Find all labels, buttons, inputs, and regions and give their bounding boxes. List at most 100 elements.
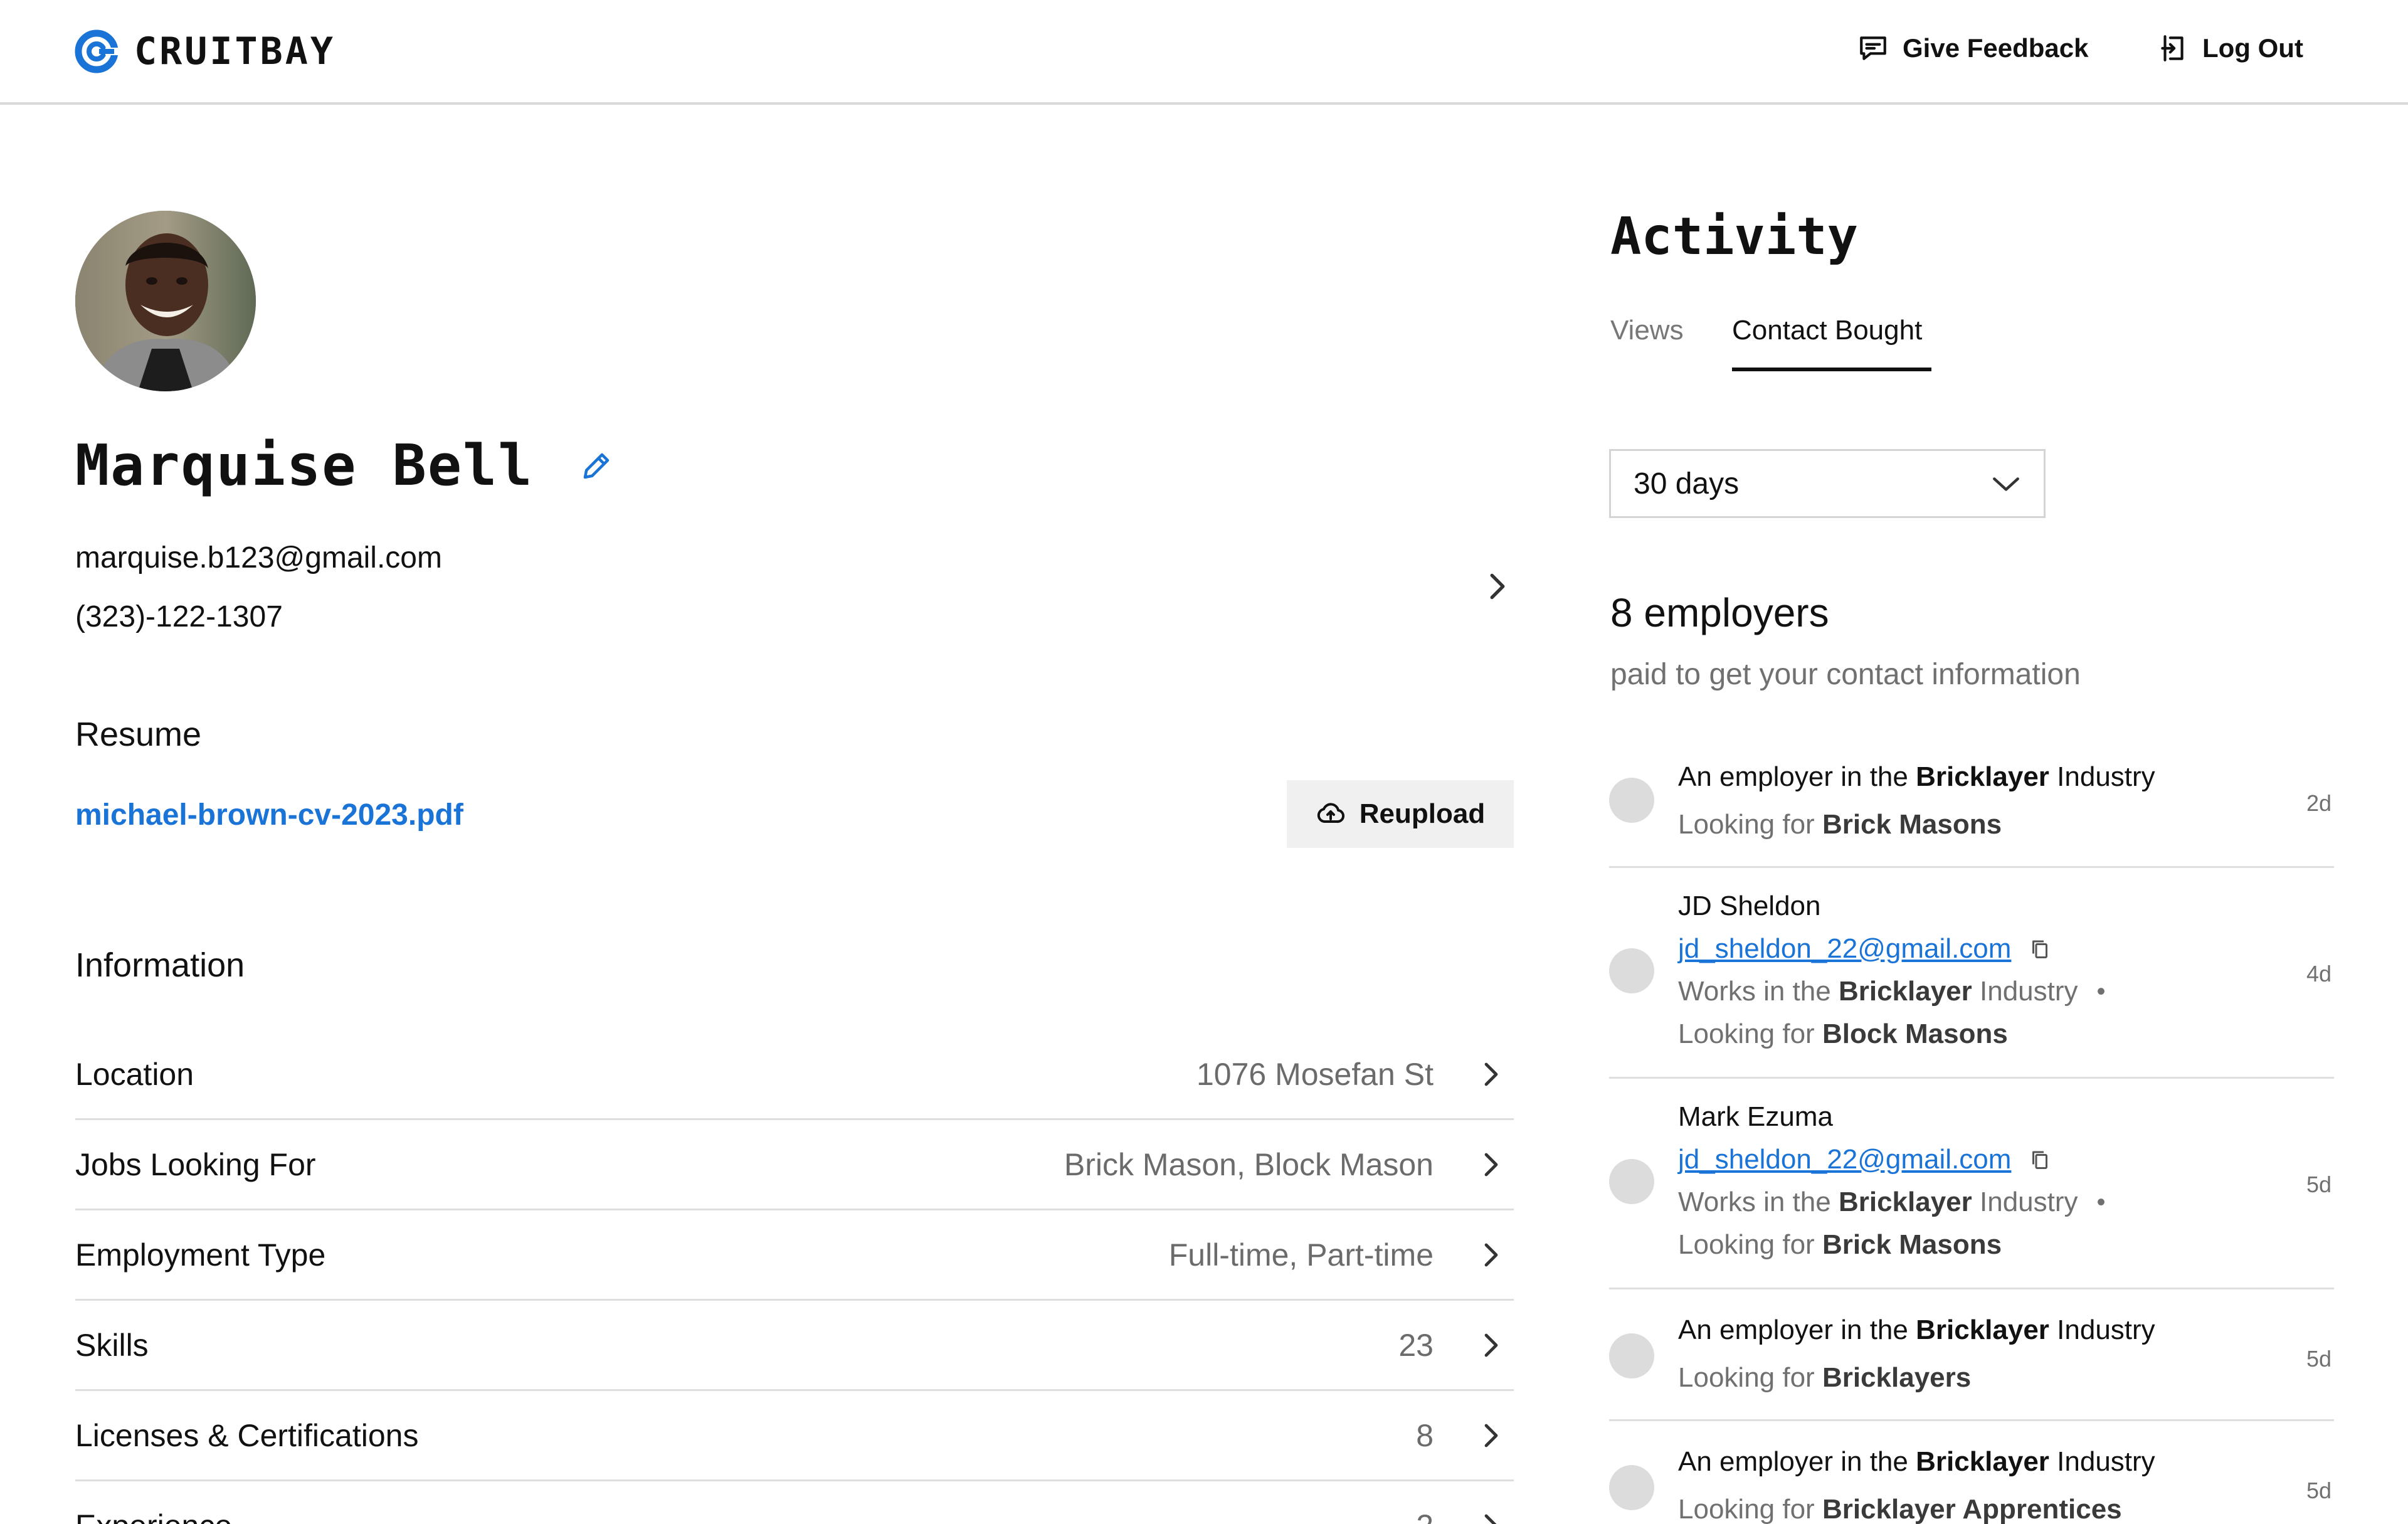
list-item[interactable]: JD Sheldon jd_sheldon_22@gmail.com Works… [1609, 868, 2334, 1079]
info-row-label: Experience [75, 1508, 232, 1524]
looking-for-line: Looking for Brick Masons [1678, 1229, 2106, 1261]
job-title: Bricklayer Apprentices [1822, 1494, 2122, 1524]
reupload-button[interactable]: Reupload [1287, 780, 1514, 848]
employer-industry-line: An employer in the Bricklayer Industry [1678, 1446, 2155, 1478]
avatar-placeholder [1609, 1333, 1654, 1378]
top-header: CRUITBAY Give Feedback Log Out [0, 0, 2408, 105]
job-title: Block Masons [1822, 1019, 2008, 1049]
resume-heading: Resume [75, 716, 202, 753]
info-row-value: 2 [1416, 1508, 1434, 1524]
brand-logo[interactable]: CRUITBAY [74, 29, 335, 74]
avatar-placeholder [1609, 1465, 1654, 1510]
text-prefix: Works in the [1678, 976, 1831, 1007]
timestamp: 5d [2306, 1172, 2331, 1197]
logout-icon [2161, 35, 2184, 61]
activity-heading: Activity [1610, 207, 1858, 267]
info-row-label: Skills [75, 1327, 149, 1363]
job-title: Brick Masons [1822, 809, 2002, 840]
text-suffix: Industry [1980, 976, 2078, 1007]
text-prefix: An employer in the [1678, 1446, 1908, 1477]
separator-dot: • [2096, 1188, 2106, 1216]
info-row-label: Jobs Looking For [75, 1146, 316, 1182]
chat-feedback-icon [1860, 36, 1886, 60]
text-prefix: Looking for [1678, 809, 1815, 840]
list-item[interactable]: An employer in the Bricklayer Industry L… [1609, 1289, 2334, 1421]
info-row-experience[interactable]: Experience 2 [75, 1481, 1514, 1524]
tab-contact-bought[interactable]: Contact Bought [1732, 315, 1922, 346]
job-title: Bricklayers [1822, 1362, 1972, 1393]
works-in-line: Works in the Bricklayer Industry • [1678, 1187, 2106, 1218]
text-suffix: Industry [2057, 1315, 2155, 1345]
employer-email-line: jd_sheldon_22@gmail.com [1678, 933, 2106, 965]
timestamp: 5d [2306, 1346, 2331, 1372]
list-item[interactable]: An employer in the Bricklayer Industry L… [1609, 1421, 2334, 1524]
list-item[interactable]: An employer in the Bricklayer Industry L… [1609, 743, 2334, 868]
chevron-right-icon [1484, 1424, 1498, 1447]
job-title: Brick Masons [1822, 1229, 2002, 1260]
employer-industry-line: An employer in the Bricklayer Industry [1678, 1315, 2155, 1346]
industry-name: Bricklayer [1838, 1187, 1972, 1217]
employer-name: Mark Ezuma [1678, 1101, 1833, 1132]
info-row-label: Location [75, 1056, 194, 1092]
looking-for-line: Looking for Brick Masons [1678, 809, 2155, 840]
employer-email-link[interactable]: jd_sheldon_22@gmail.com [1678, 933, 2011, 965]
avatar[interactable] [75, 211, 256, 391]
text-prefix: Looking for [1678, 1362, 1815, 1393]
active-tab-indicator [1732, 368, 1931, 371]
give-feedback-label: Give Feedback [1903, 33, 2089, 63]
period-select-value: 30 days [1634, 467, 1740, 500]
info-row-value: 23 [1398, 1327, 1434, 1363]
text-suffix: Industry [2057, 761, 2155, 792]
avatar-placeholder [1609, 948, 1654, 993]
industry-name: Bricklayer [1838, 976, 1972, 1007]
info-row-jobs-looking-for[interactable]: Jobs Looking For Brick Mason, Block Maso… [75, 1120, 1514, 1210]
info-row-label: Employment Type [75, 1237, 326, 1273]
information-heading: Information [75, 946, 245, 984]
pencil-icon[interactable] [579, 449, 613, 483]
profile-phone: (323)-122-1307 [75, 600, 283, 633]
info-row-value: 1076 Mosefan St [1196, 1056, 1434, 1092]
brand-name: CRUITBAY [134, 29, 335, 73]
chevron-right-icon [1484, 1153, 1498, 1176]
text-prefix: Looking for [1678, 1494, 1815, 1524]
chevron-right-icon [1484, 1243, 1498, 1266]
info-row-location[interactable]: Location 1076 Mosefan St [75, 1030, 1514, 1120]
info-row-employment-type[interactable]: Employment Type Full-time, Part-time [75, 1210, 1514, 1301]
text-prefix: Looking for [1678, 1019, 1815, 1049]
chevron-down-icon [1993, 477, 2019, 491]
information-list: Location 1076 Mosefan St Jobs Looking Fo… [75, 1030, 1514, 1524]
text-prefix: Works in the [1678, 1187, 1831, 1217]
text-suffix: Industry [1980, 1187, 2078, 1217]
cloud-upload-icon [1317, 803, 1344, 823]
resume-file-link[interactable]: michael-brown-cv-2023.pdf [75, 798, 463, 832]
info-row-licenses-certifications[interactable]: Licenses & Certifications 8 [75, 1391, 1514, 1481]
chevron-right-icon[interactable] [1484, 569, 1511, 603]
timestamp: 5d [2306, 1478, 2331, 1503]
list-item-content: An employer in the Bricklayer Industry L… [1678, 761, 2155, 840]
avatar-photo [75, 211, 256, 391]
list-item-content: JD Sheldon jd_sheldon_22@gmail.com Works… [1678, 891, 2106, 1050]
log-out-button[interactable]: Log Out [2157, 33, 2303, 64]
industry-name: Bricklayer [1916, 1446, 2049, 1477]
employer-subtitle: paid to get your contact information [1610, 658, 2081, 691]
profile-email: marquise.b123@gmail.com [75, 541, 442, 574]
list-item[interactable]: Mark Ezuma jd_sheldon_22@gmail.com Works… [1609, 1079, 2334, 1289]
give-feedback-button[interactable]: Give Feedback [1857, 33, 2088, 64]
looking-for-line: Looking for Block Masons [1678, 1019, 2106, 1050]
works-in-line: Works in the Bricklayer Industry • [1678, 976, 2106, 1007]
industry-name: Bricklayer [1916, 1315, 2049, 1345]
copy-icon[interactable] [2029, 1148, 2051, 1171]
cruitbay-logo-icon [75, 29, 119, 73]
list-item-content: An employer in the Bricklayer Industry L… [1678, 1315, 2155, 1394]
info-row-value: Full-time, Part-time [1168, 1237, 1434, 1273]
period-select[interactable]: 30 days [1609, 449, 2046, 518]
employer-name: JD Sheldon [1678, 891, 1821, 921]
info-row-value: 8 [1416, 1417, 1434, 1453]
employer-email-link[interactable]: jd_sheldon_22@gmail.com [1678, 1144, 2011, 1175]
tab-views[interactable]: Views [1610, 315, 1684, 346]
timestamp: 4d [2306, 961, 2331, 987]
info-row-skills[interactable]: Skills 23 [75, 1301, 1514, 1391]
copy-icon[interactable] [2029, 938, 2051, 960]
log-out-label: Log Out [2202, 33, 2303, 63]
profile-name-row: Marquise Bell [75, 433, 613, 499]
